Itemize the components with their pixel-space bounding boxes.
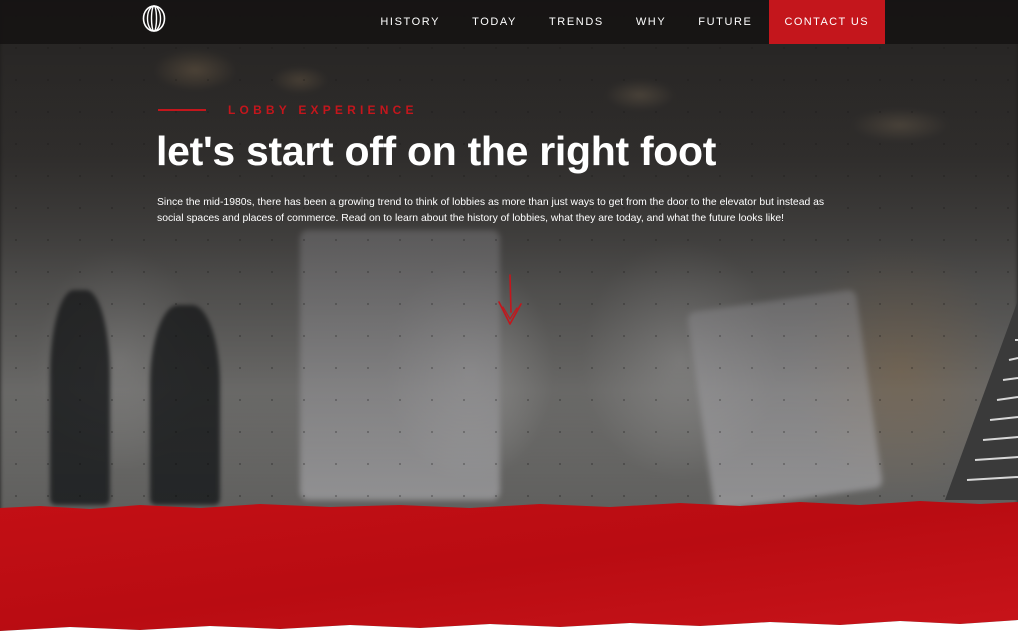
intro-paragraph: Since the mid-1980s, there has been a gr… xyxy=(157,195,857,227)
intro-line: Since the mid-1980s, there has been a gr… xyxy=(157,197,825,208)
nav-item-why[interactable]: WHY xyxy=(620,0,682,44)
nav-item-trends[interactable]: TRENDS xyxy=(533,0,620,44)
red-brush-band xyxy=(0,501,1018,632)
eyebrow-row: LOBBY EXPERIENCE xyxy=(158,103,418,117)
nav-item-history[interactable]: HISTORY xyxy=(364,0,456,44)
contact-us-button[interactable]: CONTACT US xyxy=(768,0,885,44)
page: HISTORY TODAY TRENDS WHY FUTURE CONTACT … xyxy=(0,0,1018,632)
eyebrow-label: LOBBY EXPERIENCE xyxy=(228,103,418,117)
nav-item-today[interactable]: TODAY xyxy=(456,0,533,44)
jll-logo-icon[interactable] xyxy=(142,5,166,32)
arrow-down-icon[interactable] xyxy=(497,274,523,326)
nav-menu: HISTORY TODAY TRENDS WHY FUTURE CONTACT … xyxy=(364,0,885,44)
hero-overlay xyxy=(0,0,1018,520)
nav-item-future[interactable]: FUTURE xyxy=(682,0,768,44)
top-navbar: HISTORY TODAY TRENDS WHY FUTURE CONTACT … xyxy=(0,0,1018,44)
eyebrow-divider xyxy=(158,109,206,111)
page-title: let's start off on the right foot xyxy=(156,128,717,174)
striped-object xyxy=(945,300,1018,500)
intro-line: social spaces and places of commerce. Re… xyxy=(157,213,785,224)
